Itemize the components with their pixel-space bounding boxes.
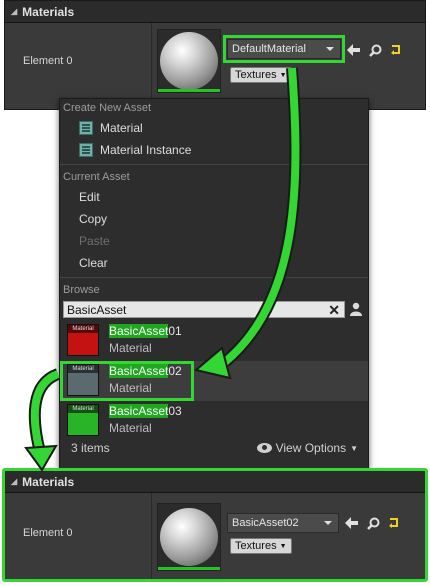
collapse-triangle-icon[interactable]: ◢ [11, 7, 17, 16]
asset-thumb-label: Material [68, 325, 98, 333]
annotation-arrowhead [24, 444, 58, 472]
eye-icon [256, 443, 272, 453]
use-selected-arrow-icon[interactable] [344, 516, 358, 530]
textures-label: Textures [235, 69, 277, 81]
menu-item-material-instance[interactable]: Material Instance [60, 139, 368, 161]
user-filter-icon[interactable] [349, 302, 363, 316]
materials-panel-top: ◢ Materials Element 0 DefaultMaterial Te… [4, 0, 426, 110]
materials-panel-bottom: ◢ Materials Element 0 BasicAsset02 Textu… [2, 468, 428, 582]
material-combo[interactable]: BasicAsset02 [227, 513, 339, 533]
asset-thumb-label: Material [68, 405, 98, 413]
view-options-label: View Options [275, 441, 347, 455]
material-thumbnail[interactable] [157, 503, 221, 571]
menu-item-label: Material Instance [100, 143, 192, 157]
column-divider [151, 23, 152, 109]
materials-body: Element 0 BasicAsset02 Textures ▼ [5, 493, 425, 579]
materials-title: Materials [22, 474, 75, 489]
view-options-button[interactable]: View Options ▼ [256, 441, 358, 455]
asset-row[interactable]: Material BasicAsset01 Material [60, 321, 368, 361]
menu-item-label: Material [100, 121, 143, 135]
menu-item-copy[interactable]: Copy [60, 208, 368, 230]
clear-search-icon[interactable]: ✕ [328, 302, 340, 319]
textures-button[interactable]: Textures ▼ [230, 67, 292, 83]
dropdown-arrow-icon [324, 521, 332, 525]
asset-name: BasicAsset01 [109, 324, 182, 338]
menu-footer: 3 items View Options ▼ [60, 429, 368, 469]
asset-thumbnail: Material [67, 324, 99, 356]
chevron-down-icon: ▼ [350, 443, 358, 453]
section-browse: Browse [63, 284, 100, 296]
materials-title: Materials [22, 4, 75, 19]
material-combo[interactable]: DefaultMaterial [223, 35, 345, 63]
column-divider [151, 493, 152, 579]
asset-picker-menu: Create New Asset Material Material Insta… [59, 98, 369, 470]
menu-item-paste: Paste [79, 234, 110, 248]
asset-search-row: BasicAsset ✕ [60, 299, 368, 321]
use-selected-arrow-icon[interactable] [346, 43, 360, 57]
collapse-triangle-icon[interactable]: ◢ [11, 477, 17, 486]
browse-search-icon[interactable] [366, 516, 380, 530]
annotation-arrow-to-result [28, 368, 61, 454]
materials-header[interactable]: ◢ Materials [5, 1, 425, 23]
material-sphere-preview [160, 508, 218, 566]
selection-highlight-frame [60, 361, 194, 401]
material-sphere-preview [160, 32, 218, 90]
material-type-bar [158, 567, 220, 570]
material-asset-icon [79, 121, 93, 135]
material-instance-asset-icon [79, 143, 93, 157]
menu-separator [60, 277, 368, 278]
materials-body: Element 0 DefaultMaterial Textures ▼ [5, 23, 425, 109]
textures-label: Textures [235, 540, 277, 552]
menu-separator [60, 164, 368, 165]
browse-search-icon[interactable] [368, 43, 382, 57]
items-count: 3 items [71, 441, 110, 455]
section-create-new-asset: Create New Asset [63, 102, 152, 114]
menu-item-clear[interactable]: Clear [60, 252, 368, 274]
asset-search-input[interactable]: BasicAsset ✕ [63, 301, 345, 318]
material-combo-value: DefaultMaterial [232, 43, 306, 55]
search-match-highlight: BasicAsset [109, 324, 169, 338]
asset-row-selected[interactable]: Material BasicAsset02 Material [60, 361, 368, 401]
chevron-down-icon: ▼ [279, 71, 287, 79]
chevron-down-icon: ▼ [279, 542, 287, 550]
element-label: Element 0 [23, 55, 73, 67]
material-combo-value: BasicAsset02 [232, 517, 299, 529]
element-label: Element 0 [23, 527, 73, 539]
asset-name-suffix: 01 [168, 324, 182, 338]
search-match-highlight: BasicAsset [109, 404, 169, 418]
dropdown-arrow-icon [326, 47, 334, 51]
reset-to-default-icon[interactable] [388, 43, 402, 57]
asset-type: Material [109, 341, 152, 355]
material-type-bar [158, 89, 220, 92]
asset-name-suffix: 03 [168, 404, 182, 418]
menu-item-edit[interactable]: Edit [60, 186, 368, 208]
material-thumbnail[interactable] [157, 29, 221, 93]
asset-name: BasicAsset03 [109, 404, 182, 418]
section-current-asset: Current Asset [63, 171, 130, 183]
textures-button[interactable]: Textures ▼ [230, 538, 292, 554]
search-input-value: BasicAsset [67, 302, 127, 317]
menu-item-material[interactable]: Material [60, 117, 368, 139]
reset-to-default-icon[interactable] [386, 516, 400, 530]
materials-header[interactable]: ◢ Materials [5, 471, 425, 493]
